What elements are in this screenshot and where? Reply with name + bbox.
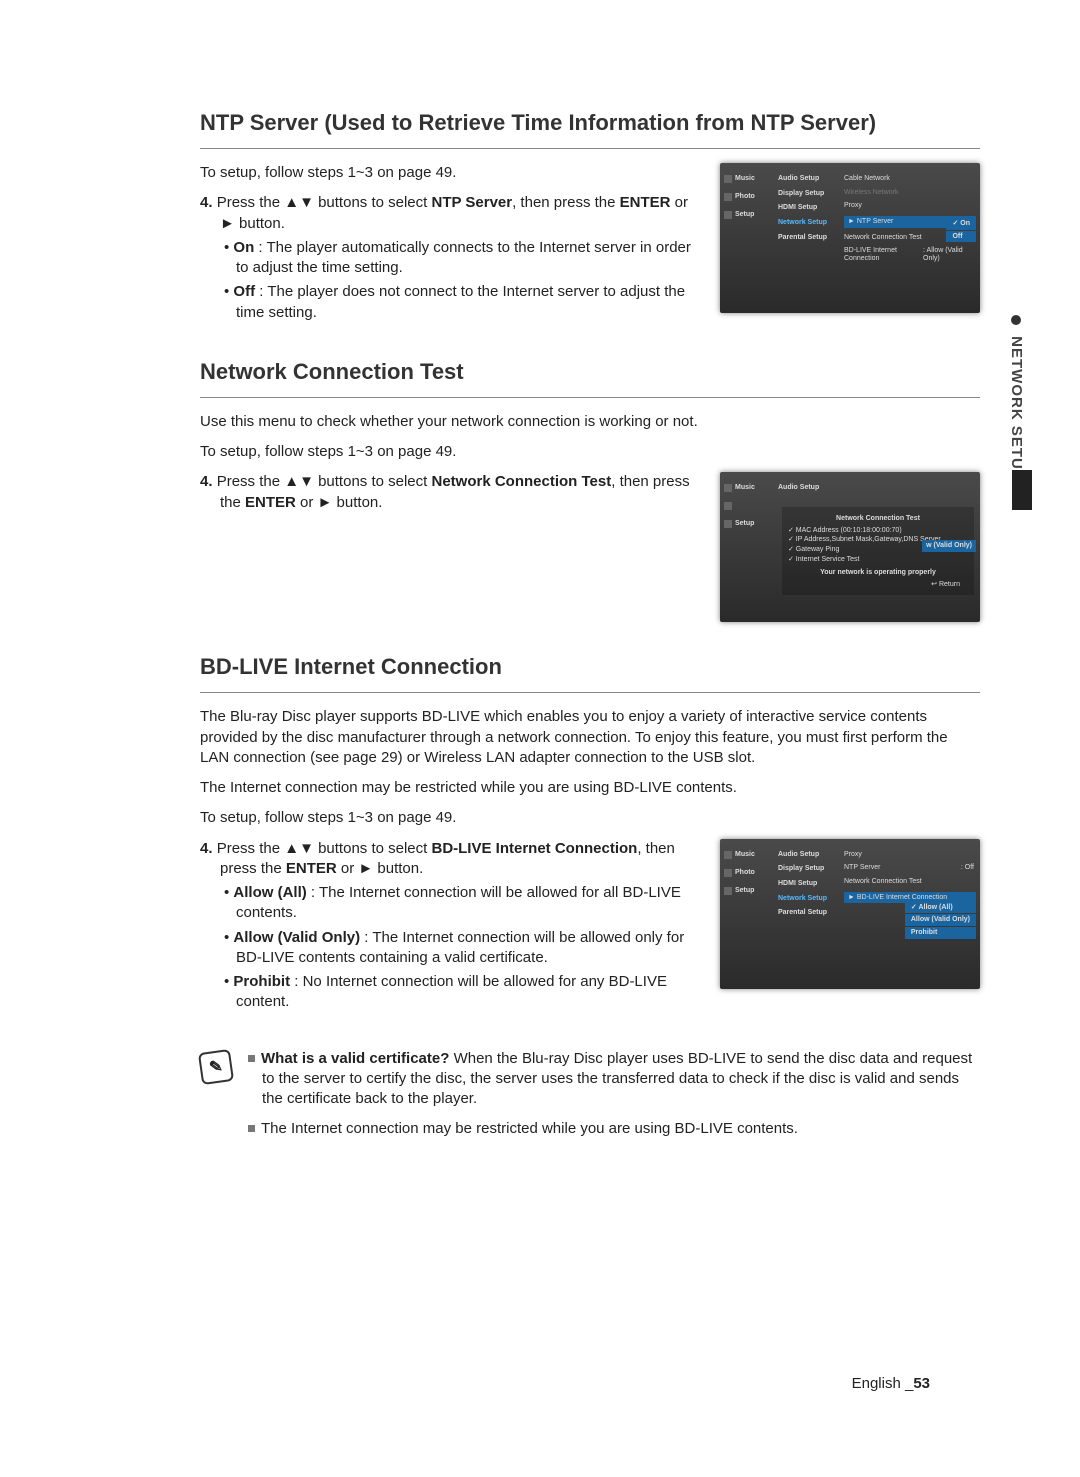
screenshot-network-test: MusicSetupAudio SetupNetwork Connection …	[720, 472, 980, 622]
section-title: BD-LIVE Internet Connection	[200, 654, 980, 680]
intro-text: Use this menu to check whether your netw…	[200, 412, 980, 432]
paragraph: The Internet connection may be restricte…	[200, 778, 980, 798]
side-tab: NETWORK SETUP	[1008, 315, 1025, 481]
step-4: 4. Press the ▲▼ buttons to select NTP Se…	[200, 193, 700, 234]
note-item: What is a valid certificate? When the Bl…	[248, 1049, 980, 1110]
rule	[200, 397, 980, 398]
screenshot-ntp: MusicPhotoSetupAudio SetupDisplay SetupH…	[720, 163, 980, 313]
page-number: English _53	[852, 1375, 930, 1392]
screenshot-bdlive: MusicPhotoSetupAudio SetupDisplay SetupH…	[720, 839, 980, 989]
step-4: 4. Press the ▲▼ buttons to select BD-LIV…	[200, 839, 700, 880]
side-tab-label: NETWORK SETUP	[1008, 336, 1025, 481]
note-icon: ✎	[198, 1048, 234, 1084]
section-bdlive: BD-LIVE Internet Connection The Blu-ray …	[200, 654, 980, 1016]
bullet-off: • Off : The player does not connect to t…	[224, 282, 700, 323]
section-title: Network Connection Test	[200, 359, 980, 385]
section-title: NTP Server (Used to Retrieve Time Inform…	[200, 110, 980, 136]
section-network-test: Network Connection Test Use this menu to…	[200, 359, 980, 623]
rule	[200, 148, 980, 149]
page: NETWORK SETUP NTP Server (Used to Retrie…	[0, 0, 1080, 1477]
bullet-on: • On : The player automatically connects…	[224, 238, 700, 279]
paragraph: To setup, follow steps 1~3 on page 49.	[200, 808, 980, 828]
bullet-allow-valid: • Allow (Valid Only) : The Internet conn…	[224, 928, 700, 969]
bullet-allow-all: • Allow (All) : The Internet connection …	[224, 883, 700, 924]
side-tab-marker	[1012, 470, 1032, 510]
note-item: The Internet connection may be restricte…	[248, 1119, 980, 1139]
intro-text: To setup, follow steps 1~3 on page 49.	[200, 442, 980, 462]
section-ntp-server: NTP Server (Used to Retrieve Time Inform…	[200, 110, 980, 327]
rule	[200, 692, 980, 693]
bullet-prohibit: • Prohibit : No Internet connection will…	[224, 972, 700, 1013]
intro-text: To setup, follow steps 1~3 on page 49.	[200, 163, 700, 183]
note-block: ✎ What is a valid certificate? When the …	[200, 1049, 980, 1150]
paragraph: The Blu-ray Disc player supports BD-LIVE…	[200, 707, 980, 768]
step-4: 4. Press the ▲▼ buttons to select Networ…	[200, 472, 700, 513]
side-tab-dot	[1011, 315, 1021, 325]
